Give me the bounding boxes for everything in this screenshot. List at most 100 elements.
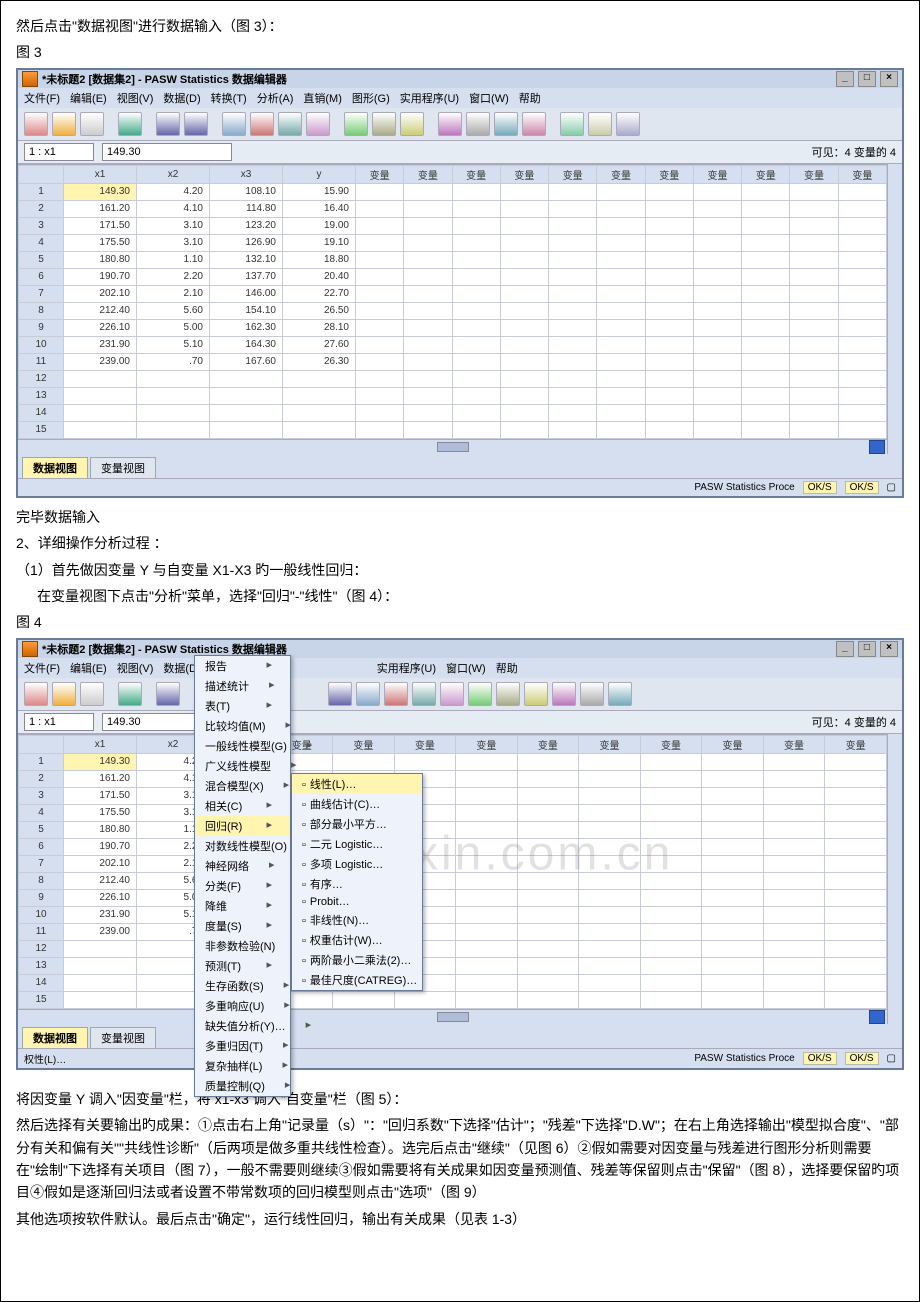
column-header[interactable]: x3 bbox=[210, 165, 283, 183]
row-header[interactable]: 4 bbox=[19, 234, 64, 251]
analyze-menu-item[interactable]: 相关(C)▸ bbox=[195, 796, 290, 816]
row-header[interactable]: 14 bbox=[19, 974, 64, 991]
data-cell[interactable]: 175.50 bbox=[64, 804, 137, 821]
row-header[interactable]: 9 bbox=[19, 889, 64, 906]
column-header-empty[interactable]: 变量 bbox=[742, 165, 790, 183]
column-header-empty[interactable]: 变量 bbox=[500, 165, 548, 183]
analyze-menu-item[interactable]: 质量控制(Q)▸ bbox=[195, 1076, 290, 1096]
data-cell[interactable]: 180.80 bbox=[64, 821, 137, 838]
analyze-menu-item[interactable]: 神经网络▸ bbox=[195, 856, 290, 876]
horizontal-scrollbar[interactable] bbox=[18, 1009, 887, 1024]
row-header[interactable]: 3 bbox=[19, 787, 64, 804]
menu-item[interactable]: 直销(M) bbox=[303, 90, 342, 106]
regression-submenu-item[interactable]: ▫两阶最小二乘法(2)… bbox=[292, 950, 422, 970]
data-cell[interactable]: 15.90 bbox=[283, 183, 356, 200]
column-header[interactable]: x1 bbox=[64, 165, 137, 183]
data-cell[interactable]: 1.10 bbox=[137, 251, 210, 268]
data-cell[interactable]: 19.00 bbox=[283, 217, 356, 234]
print-icon[interactable] bbox=[80, 682, 104, 706]
menu-item[interactable]: 视图(V) bbox=[117, 90, 154, 106]
data-cell[interactable]: 27.60 bbox=[283, 336, 356, 353]
analyze-menu-item[interactable]: 多重响应(U)▸ bbox=[195, 996, 290, 1016]
menu-item[interactable]: 帮助 bbox=[496, 660, 518, 676]
window-controls[interactable]: _ □ × bbox=[835, 641, 898, 657]
menu-item[interactable]: 帮助 bbox=[519, 90, 541, 106]
data-cell[interactable]: 171.50 bbox=[64, 787, 137, 804]
analyze-menu-item[interactable]: 度量(S)▸ bbox=[195, 916, 290, 936]
insert-icon[interactable] bbox=[306, 112, 330, 136]
analyze-menu-item[interactable]: 报告▸ bbox=[195, 656, 290, 676]
tab-data-view[interactable]: 数据视图 bbox=[22, 1027, 88, 1048]
vertical-scrollbar[interactable] bbox=[887, 734, 902, 1024]
row-header[interactable]: 1 bbox=[19, 753, 64, 770]
column-header-empty[interactable]: 变量 bbox=[404, 165, 452, 183]
data-grid[interactable]: x1x2x3y变量变量变量变量变量变量变量变量变量变量变量1149.304.20… bbox=[18, 165, 887, 439]
minimize-button[interactable]: _ bbox=[836, 641, 854, 657]
toolbar-button[interactable] bbox=[440, 682, 464, 706]
column-header[interactable]: x1 bbox=[64, 735, 137, 753]
row-header[interactable]: 1 bbox=[19, 183, 64, 200]
menu-item[interactable]: 视图(V) bbox=[117, 660, 154, 676]
data-cell[interactable]: 154.10 bbox=[210, 302, 283, 319]
row-header[interactable]: 7 bbox=[19, 855, 64, 872]
row-header[interactable]: 4 bbox=[19, 804, 64, 821]
column-header-empty[interactable]: 变量 bbox=[640, 735, 702, 753]
data-cell[interactable]: 4.10 bbox=[137, 200, 210, 217]
analyze-menu-item[interactable]: 表(T)▸ bbox=[195, 696, 290, 716]
data-cell[interactable]: 162.30 bbox=[210, 319, 283, 336]
column-header-empty[interactable]: 变量 bbox=[333, 735, 395, 753]
data-cell[interactable]: 3.10 bbox=[137, 234, 210, 251]
data-grid[interactable]: x1x2变量变量变量变量变量变量变量变量变量变量变量1149.304.20216… bbox=[18, 735, 887, 1009]
data-cell[interactable]: 171.50 bbox=[64, 217, 137, 234]
horizontal-scrollbar[interactable] bbox=[18, 439, 887, 454]
column-header-empty[interactable]: 变量 bbox=[790, 165, 838, 183]
regression-submenu-item[interactable]: ▫曲线估计(C)… bbox=[292, 794, 422, 814]
data-cell[interactable]: 26.50 bbox=[283, 302, 356, 319]
data-cell[interactable]: 146.00 bbox=[210, 285, 283, 302]
spell-icon[interactable] bbox=[522, 112, 546, 136]
menu-item[interactable]: 窗口(W) bbox=[446, 660, 486, 676]
row-header[interactable]: 15 bbox=[19, 421, 64, 438]
data-cell[interactable]: 149.30 bbox=[64, 753, 137, 770]
view-tabs[interactable]: 数据视图 变量视图 bbox=[18, 1024, 902, 1048]
view-tabs[interactable]: 数据视图 变量视图 bbox=[18, 454, 902, 478]
toolbar-button[interactable] bbox=[580, 682, 604, 706]
column-header-empty[interactable]: 变量 bbox=[394, 735, 456, 753]
data-cell[interactable]: 239.00 bbox=[64, 923, 137, 940]
toolbar[interactable] bbox=[18, 108, 902, 141]
find-icon[interactable] bbox=[278, 112, 302, 136]
close-button[interactable]: × bbox=[880, 71, 898, 87]
menu-item[interactable]: 文件(F) bbox=[24, 90, 60, 106]
data-cell[interactable]: 239.00 bbox=[64, 353, 137, 370]
menu-item[interactable]: 实用程序(U) bbox=[377, 660, 436, 676]
regression-submenu-item[interactable]: ▫多项 Logistic… bbox=[292, 854, 422, 874]
analyze-menu-item[interactable]: 多重归因(T)▸ bbox=[195, 1036, 290, 1056]
value-icon[interactable] bbox=[438, 112, 462, 136]
analyze-menu-item[interactable]: 对数线性模型(O)▸ bbox=[195, 836, 290, 856]
toolbar-button[interactable] bbox=[328, 682, 352, 706]
menu-item[interactable]: 窗口(W) bbox=[469, 90, 509, 106]
data-cell[interactable]: 132.10 bbox=[210, 251, 283, 268]
data-cell[interactable]: 226.10 bbox=[64, 889, 137, 906]
addon-icon[interactable] bbox=[588, 112, 612, 136]
toolbar-button[interactable] bbox=[356, 682, 380, 706]
undo-icon[interactable] bbox=[156, 112, 180, 136]
data-cell[interactable]: 18.80 bbox=[283, 251, 356, 268]
data-cell[interactable]: 202.10 bbox=[64, 285, 137, 302]
analyze-menu-popup[interactable]: 报告▸描述统计▸表(T)▸比较均值(M)▸一般线性模型(G)▸广义线性模型▸混合… bbox=[194, 655, 291, 1097]
row-header[interactable]: 10 bbox=[19, 336, 64, 353]
open-icon[interactable] bbox=[24, 112, 48, 136]
toolbar[interactable] bbox=[18, 678, 902, 711]
redo-icon[interactable] bbox=[184, 112, 208, 136]
select-icon[interactable] bbox=[400, 112, 424, 136]
menu-item[interactable]: 实用程序(U) bbox=[400, 90, 459, 106]
data-cell[interactable]: 3.10 bbox=[137, 217, 210, 234]
print-icon[interactable] bbox=[80, 112, 104, 136]
data-cell[interactable]: 123.20 bbox=[210, 217, 283, 234]
data-cell[interactable]: 231.90 bbox=[64, 336, 137, 353]
maximize-button[interactable]: □ bbox=[858, 641, 876, 657]
tab-variable-view[interactable]: 变量视图 bbox=[90, 1027, 156, 1048]
analyze-menu-item[interactable]: 混合模型(X)▸ bbox=[195, 776, 290, 796]
toolbar-button[interactable] bbox=[552, 682, 576, 706]
analyze-menu-item[interactable]: 描述统计▸ bbox=[195, 676, 290, 696]
